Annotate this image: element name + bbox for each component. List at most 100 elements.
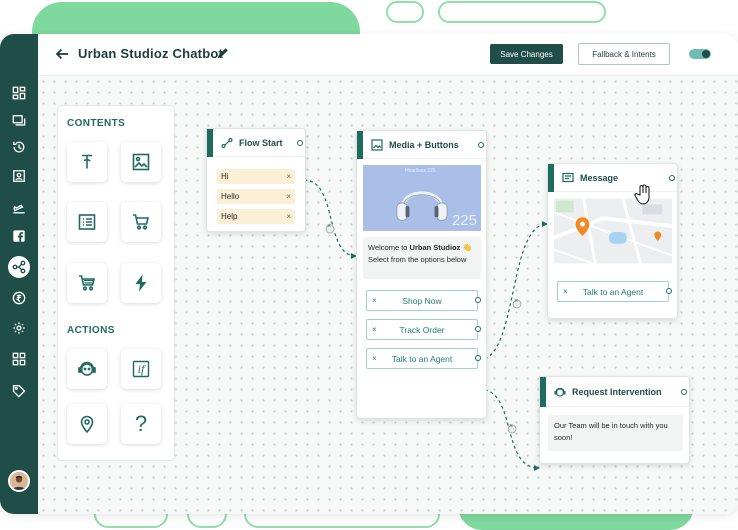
cart-icon <box>79 275 96 291</box>
condition-glyph: if <box>137 361 145 376</box>
contents-panel: CONTENTS ACTIONS if ? <box>57 105 175 461</box>
decorative-pill <box>386 1 424 23</box>
node-header: Request Intervention <box>540 376 689 407</box>
message-icon <box>562 172 574 182</box>
remove-button-icon[interactable]: × <box>372 354 377 363</box>
media-image: Headless 225 225 <box>363 165 481 231</box>
intervention-tile[interactable] <box>67 349 107 389</box>
text-tile[interactable] <box>67 142 107 182</box>
history-icon[interactable] <box>8 136 30 158</box>
list-icon <box>78 214 96 230</box>
campaign-icon[interactable] <box>8 197 30 219</box>
output-port[interactable] <box>666 288 672 294</box>
avatar[interactable] <box>8 470 30 492</box>
output-port[interactable] <box>475 326 481 332</box>
fallback-intents-button[interactable]: Fallback & Intents <box>578 43 670 65</box>
apps-icon[interactable] <box>8 348 30 370</box>
remove-keyword-icon[interactable]: × <box>286 212 291 221</box>
welcome-brand: Urban Studioz <box>409 243 461 252</box>
request-intervention-node[interactable]: Request Intervention Our Team will be in… <box>539 376 690 464</box>
chat-icon[interactable] <box>8 110 30 132</box>
welcome-prefix: Welcome to <box>368 243 410 252</box>
talk-to-agent-button[interactable]: × Talk to an Agent <box>557 281 669 302</box>
connector-start-to-media <box>303 179 357 259</box>
settings-icon[interactable] <box>8 317 30 339</box>
cart-tile[interactable] <box>121 202 161 242</box>
keyword-chip: Hello × <box>217 189 295 204</box>
condition-tile[interactable]: if <box>121 349 161 389</box>
keyword-text: Help <box>221 212 238 221</box>
node-title: Flow Start <box>239 137 283 148</box>
wave-emoji: 👋 <box>462 243 472 252</box>
flow-icon <box>221 137 233 148</box>
connector-remove-icon[interactable]: × <box>514 298 518 305</box>
remove-button-icon[interactable]: × <box>372 296 377 305</box>
remove-button-icon[interactable]: × <box>372 325 377 334</box>
actions-heading: ACTIONS <box>67 325 115 336</box>
keyword-chip: Help × <box>217 209 295 224</box>
welcome-message: Welcome to Urban Studioz 👋 Select from t… <box>363 237 481 279</box>
header: Urban Studioz Chatbot Save Changes Fallb… <box>38 34 738 76</box>
media-buttons-node[interactable]: Media + Buttons Headless 225 225 Welcome… <box>356 130 487 419</box>
lightning-tile[interactable] <box>121 263 161 303</box>
image-icon <box>132 153 150 171</box>
output-port[interactable] <box>475 297 481 303</box>
contents-heading: CONTENTS <box>67 118 126 129</box>
node-accent <box>357 130 363 159</box>
output-port[interactable] <box>669 175 675 181</box>
media-number: 225 <box>451 212 477 229</box>
list-tile[interactable] <box>67 202 107 242</box>
node-header: Flow Start <box>207 128 305 157</box>
output-port[interactable] <box>478 142 484 148</box>
intervention-message: Our Team will be in touch with you soon! <box>548 415 683 451</box>
flow-start-node[interactable]: Flow Start Hi × Hello × Help × <box>206 128 306 232</box>
rupee-icon[interactable] <box>8 287 30 309</box>
location-tile[interactable] <box>67 404 107 444</box>
tag-icon[interactable] <box>8 380 30 402</box>
remove-button-icon[interactable]: × <box>563 287 568 296</box>
talk-to-agent-button[interactable]: × Talk to an Agent <box>366 348 478 369</box>
output-port[interactable] <box>681 389 687 395</box>
button-label: Talk to an Agent <box>391 353 453 364</box>
output-port[interactable] <box>297 140 303 146</box>
track-order-button[interactable]: × Track Order <box>366 319 478 340</box>
intervention-icon <box>554 387 566 397</box>
node-header: Media + Buttons <box>357 130 486 159</box>
node-title: Message <box>580 172 619 183</box>
hand-cursor-icon <box>634 184 650 205</box>
connector-remove-icon[interactable]: × <box>327 223 331 230</box>
node-accent <box>207 128 213 157</box>
bot-active-toggle[interactable] <box>689 49 711 59</box>
map-image <box>554 198 672 264</box>
node-title: Media + Buttons <box>389 139 459 150</box>
connector-remove-icon[interactable]: × <box>509 423 513 430</box>
image-tile[interactable] <box>121 142 161 182</box>
message-node[interactable]: Message × Talk to an Agent <box>547 163 678 319</box>
headphones-image <box>396 191 448 221</box>
keyword-chip: Hi × <box>217 169 295 184</box>
connector-track-to-message <box>478 221 548 361</box>
flow-canvas[interactable]: × × × CONTENTS ACTIONS if ? Flow Start H… <box>38 76 738 514</box>
button-label: Talk to an Agent <box>582 286 644 297</box>
node-accent <box>548 163 554 192</box>
output-port[interactable] <box>475 355 481 361</box>
remove-keyword-icon[interactable]: × <box>286 172 291 181</box>
text-icon <box>82 154 92 169</box>
page-title: Urban Studioz Chatbot <box>78 46 224 61</box>
remove-keyword-icon[interactable]: × <box>286 192 291 201</box>
question-icon: ? <box>134 411 148 436</box>
question-tile[interactable]: ? <box>121 404 161 444</box>
decorative-pill <box>438 1 606 23</box>
shop-now-button[interactable]: × Shop Now <box>366 290 478 311</box>
button-label: Shop Now <box>402 295 442 306</box>
facebook-icon[interactable] <box>8 225 30 247</box>
catalog-cart-tile[interactable] <box>67 263 107 303</box>
dashboard-icon[interactable] <box>8 82 30 104</box>
save-changes-button[interactable]: Save Changes <box>490 44 563 64</box>
button-label: Track Order <box>399 324 445 335</box>
back-arrow-icon[interactable] <box>54 46 70 62</box>
contacts-icon[interactable] <box>8 165 30 187</box>
flow-icon[interactable] <box>8 256 30 278</box>
node-title: Request Intervention <box>572 386 662 397</box>
pencil-icon[interactable] <box>216 46 230 60</box>
